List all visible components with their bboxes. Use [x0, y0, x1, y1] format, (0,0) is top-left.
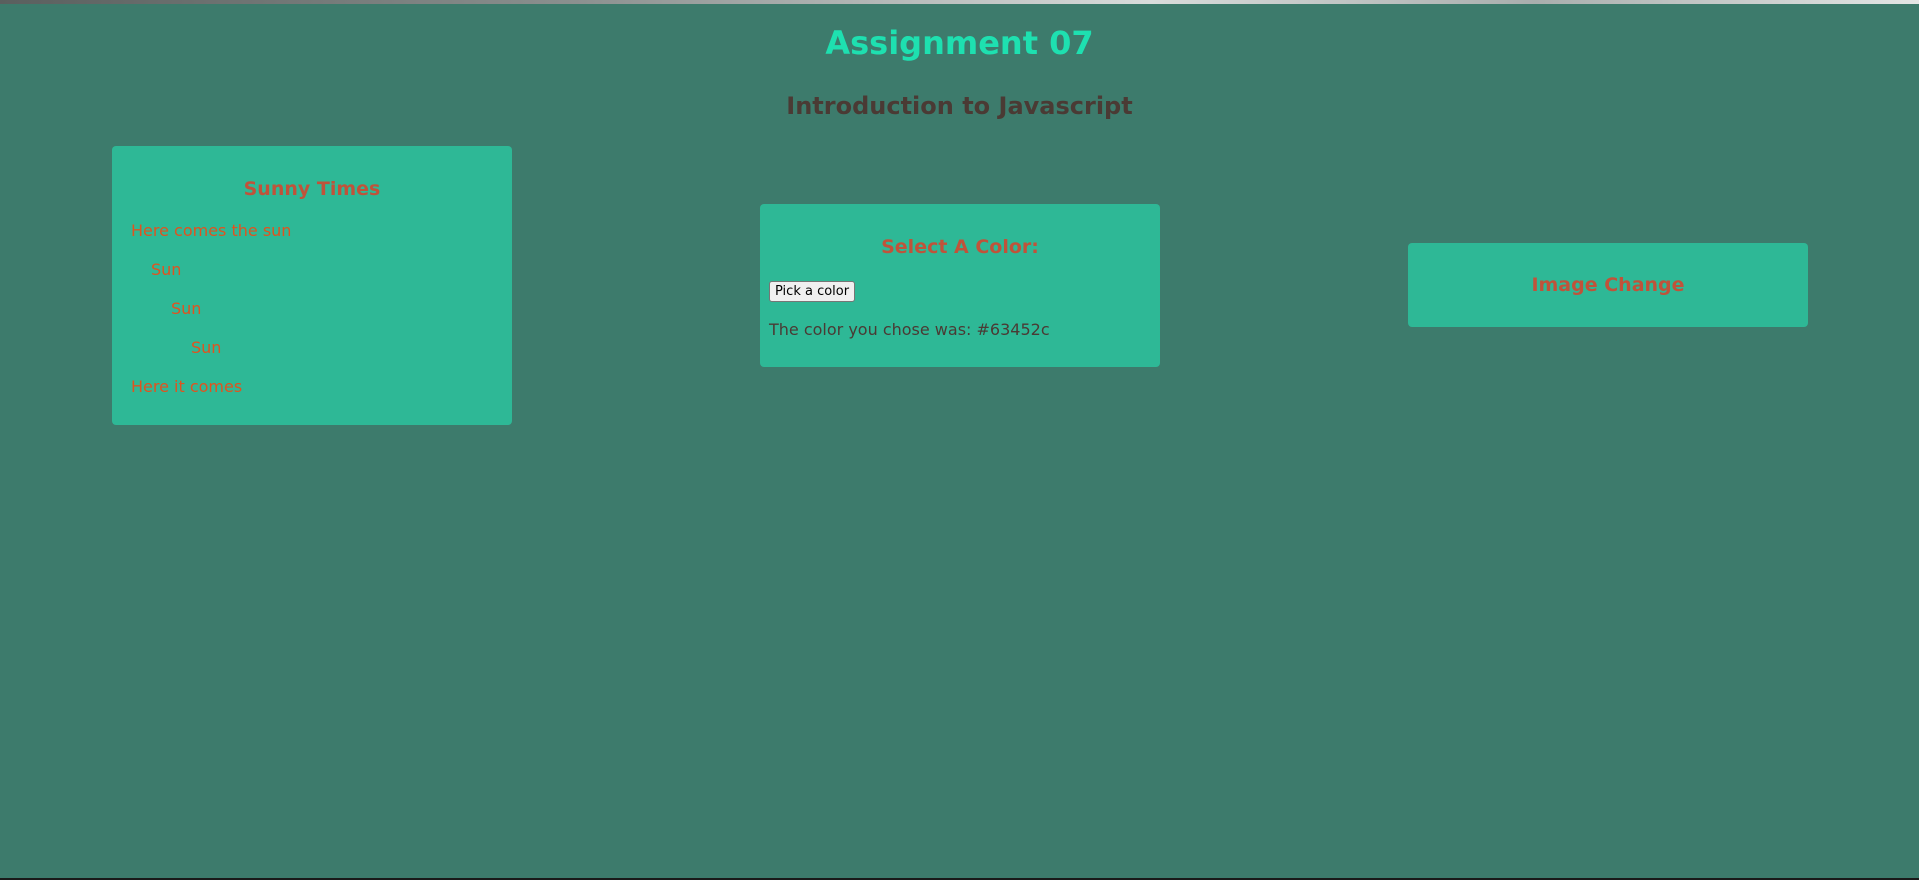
select-color-heading: Select A Color:	[881, 236, 1039, 258]
sun-line-1: Here comes the sun	[131, 221, 292, 240]
image-change-heading: Image Change	[1531, 274, 1685, 296]
page-title: Assignment 07	[825, 24, 1094, 62]
pick-color-button[interactable]: Pick a color	[769, 281, 856, 302]
sun-line-2: Sun	[151, 260, 182, 279]
sun-line-5: Here it comes	[131, 377, 243, 396]
image-change-card: Image Change	[1408, 243, 1808, 327]
color-result-text: The color you chose was: #63452c	[769, 320, 1050, 339]
sun-line-4: Sun	[191, 338, 222, 357]
top-image-strip	[0, 0, 1919, 4]
sunny-times-card: Sunny Times Here comes the sun Sun Sun S…	[112, 146, 512, 425]
page-subtitle: Introduction to Javascript	[786, 92, 1133, 120]
sunny-times-heading: Sunny Times	[243, 178, 381, 200]
select-color-card: Select A Color: Pick a color The color y…	[760, 204, 1160, 367]
sun-line-3: Sun	[171, 299, 202, 318]
